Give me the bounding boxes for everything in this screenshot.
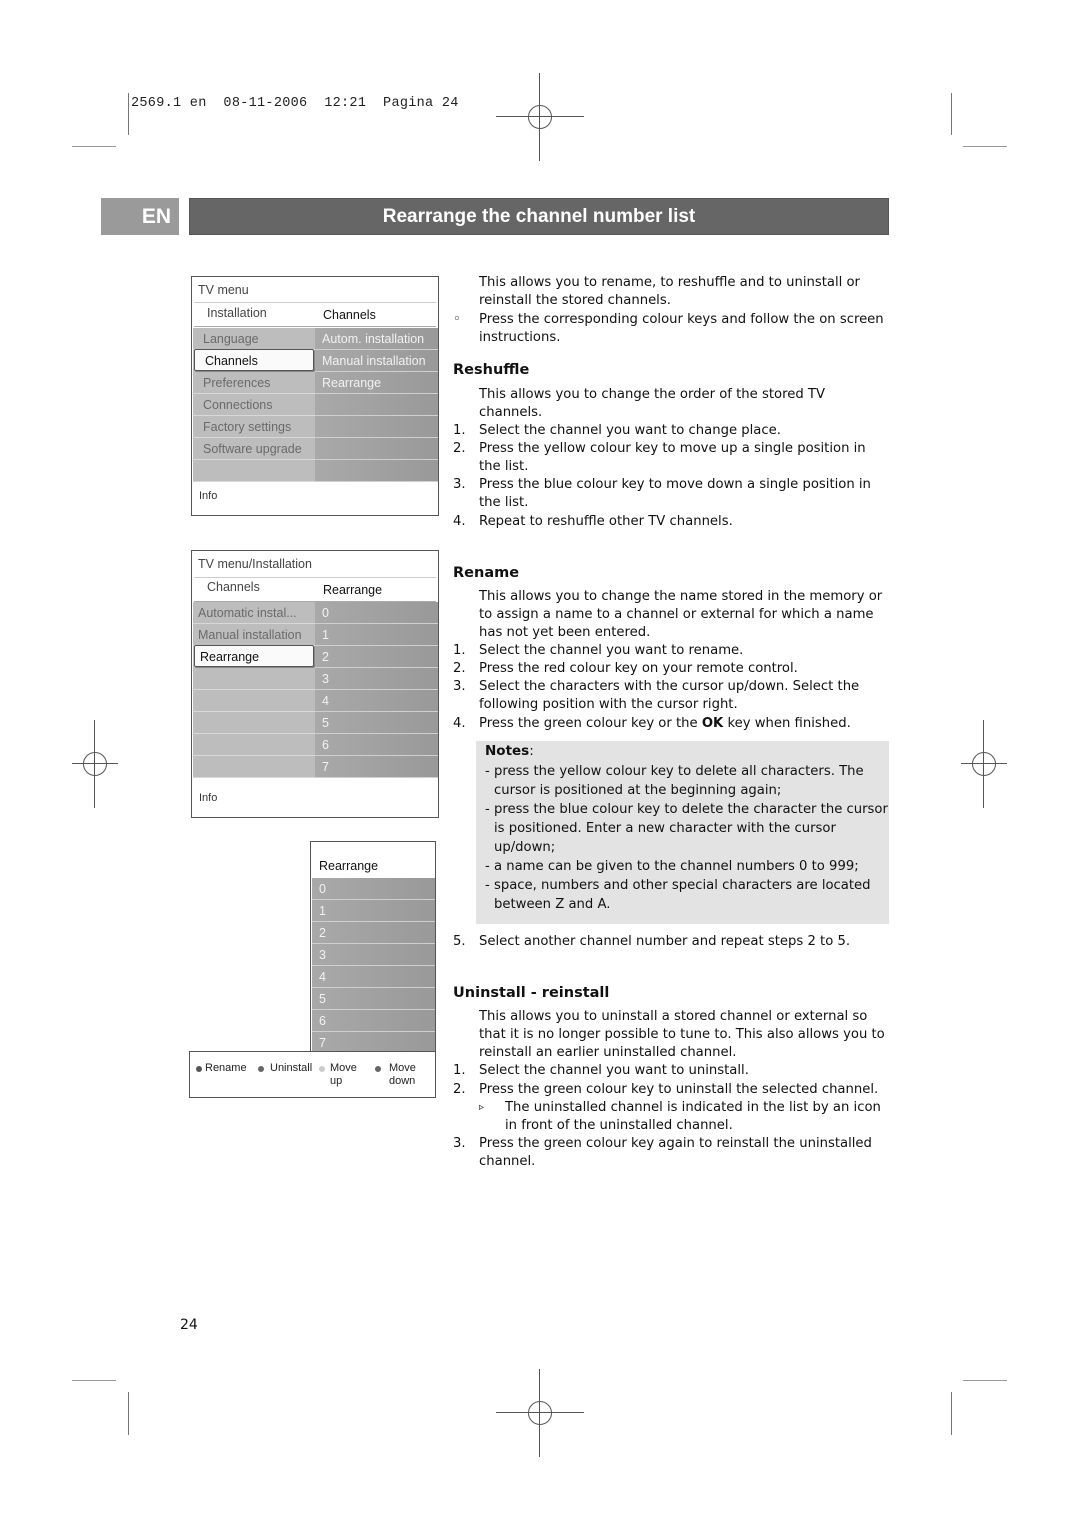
print-slug: 2569.1 en 08-11-2006 12:21 Pagina 24: [131, 96, 459, 111]
menu-item-empty: [193, 690, 315, 712]
channel-item[interactable]: 4: [315, 690, 438, 712]
submenu-item-manual-installation[interactable]: Manual installation: [315, 350, 438, 372]
submenu-item-rearrange[interactable]: Rearrange: [315, 372, 438, 394]
crop-mark: [128, 93, 129, 135]
channel-item[interactable]: 5: [312, 988, 435, 1010]
channel-item[interactable]: 4: [312, 966, 435, 988]
menu-item-rearrange[interactable]: Rearrange: [194, 645, 314, 667]
registration-mark-icon: [72, 720, 118, 808]
crop-mark: [951, 93, 952, 135]
crop-mark: [951, 1392, 952, 1435]
crop-mark: [72, 146, 116, 147]
menu-right-header: Channels: [323, 308, 376, 322]
legend-move-down[interactable]: Move down: [375, 1062, 423, 1088]
section-heading-rename: Rename: [453, 565, 520, 581]
note-item: - press the yellow colour key to delete …: [485, 764, 864, 798]
rearrange-list-screen: Rearrange 0 1 2 3 4 5 6 7: [310, 841, 436, 1054]
crop-mark: [963, 1380, 1007, 1381]
menu-left-header: Installation: [207, 306, 267, 320]
tv-menu-screen: TV menu Installation Channels Language C…: [191, 276, 439, 516]
channel-list: 0 1 2 3 4 5 6 7: [312, 878, 435, 1054]
blue-key-icon: [375, 1066, 381, 1072]
legend-uninstall[interactable]: Uninstall: [258, 1062, 312, 1075]
menu-item-empty: [193, 712, 315, 734]
registration-mark-icon: [961, 720, 1007, 808]
submenu-item-empty: [315, 460, 438, 482]
channel-item[interactable]: 2: [315, 646, 438, 668]
menu-item-manual-installation[interactable]: Manual installation: [193, 624, 315, 646]
legend-move-up[interactable]: Move up: [319, 1062, 366, 1088]
channel-item[interactable]: 3: [312, 944, 435, 966]
uninstall-text: This allows you to uninstall a stored ch…: [479, 1009, 885, 1061]
rename-text: This allows you to change the name store…: [479, 589, 883, 641]
yellow-key-icon: [319, 1066, 325, 1072]
submenu-item-empty: [315, 394, 438, 416]
page-number: 24: [180, 1317, 198, 1333]
menu-info: Info: [199, 792, 218, 804]
colour-key-legend: Rename Uninstall Move up Move down: [189, 1051, 436, 1098]
green-key-icon: [258, 1066, 264, 1072]
channel-item[interactable]: 0: [315, 602, 438, 624]
menu-left-column: Automatic instal... Manual installation …: [193, 602, 315, 778]
menu-header: Rearrange: [319, 859, 379, 873]
instructions-column: This allows you to rename, to reshuffle …: [453, 0, 893, 1300]
menu-item-empty: [193, 734, 315, 756]
legend-label: Uninstall: [270, 1062, 313, 1074]
registration-mark-icon: [496, 1369, 584, 1457]
channel-item[interactable]: 1: [312, 900, 435, 922]
notes-box: Notes: - press the yellow colour key to …: [476, 741, 889, 924]
bullet-icon: ◦: [453, 312, 461, 327]
menu-item-empty: [193, 668, 315, 690]
menu-info: Info: [199, 490, 218, 502]
notes-heading: Notes:: [485, 743, 534, 759]
menu-left-header: Channels: [207, 580, 260, 594]
channel-item[interactable]: 3: [315, 668, 438, 690]
menu-left-column: Language Channels Preferences Connection…: [193, 328, 315, 482]
crop-mark: [963, 146, 1007, 147]
note-item: - press the blue colour key to delete th…: [485, 802, 888, 855]
menu-item-connections[interactable]: Connections: [193, 394, 315, 416]
intro-text: This allows you to rename, to reshuffle …: [479, 275, 860, 309]
section-heading-reshuffle: Reshuffle: [453, 362, 530, 378]
menu-item-language[interactable]: Language: [193, 328, 315, 350]
crop-mark: [72, 1380, 116, 1381]
submenu-item-autom-installation[interactable]: Autom. installation: [315, 328, 438, 350]
channel-item[interactable]: 1: [315, 624, 438, 646]
menu-breadcrumb: TV menu/Installation: [198, 557, 312, 571]
section-heading-uninstall: Uninstall - reinstall: [453, 985, 610, 1001]
legend-label: Move down: [389, 1062, 416, 1087]
channel-item[interactable]: 0: [312, 878, 435, 900]
language-tab: EN: [101, 198, 179, 235]
channel-item[interactable]: 7: [315, 756, 438, 778]
channel-item[interactable]: 6: [315, 734, 438, 756]
channel-item[interactable]: 5: [315, 712, 438, 734]
reshuffle-text: This allows you to change the order of t…: [479, 387, 825, 421]
menu-item-factory-settings[interactable]: Factory settings: [193, 416, 315, 438]
arrow-icon: ▹: [479, 1102, 485, 1113]
channel-item[interactable]: 2: [312, 922, 435, 944]
submenu-item-empty: [315, 416, 438, 438]
tv-menu-screen: TV menu/Installation Channels Rearrange …: [191, 550, 439, 818]
menu-breadcrumb: TV menu: [198, 283, 249, 297]
menu-right-column: Autom. installation Manual installation …: [315, 328, 438, 482]
legend-label: Move up: [330, 1062, 357, 1087]
channel-list: 0 1 2 3 4 5 6 7: [315, 602, 438, 778]
legend-label: Rename: [205, 1062, 247, 1074]
menu-right-header: Rearrange: [323, 583, 383, 597]
crop-mark: [128, 1392, 129, 1435]
menu-item-empty: [193, 756, 315, 778]
menu-item-automatic-installation[interactable]: Automatic instal...: [193, 602, 315, 624]
channel-item[interactable]: 6: [312, 1010, 435, 1032]
red-key-icon: [196, 1066, 202, 1072]
menu-item-preferences[interactable]: Preferences: [193, 372, 315, 394]
submenu-item-empty: [315, 438, 438, 460]
menu-item-software-upgrade[interactable]: Software upgrade: [193, 438, 315, 460]
note-item: - space, numbers and other special chara…: [485, 878, 871, 912]
menu-item-empty: [193, 460, 315, 482]
note-item: - a name can be given to the channel num…: [485, 859, 859, 874]
menu-item-channels[interactable]: Channels: [194, 349, 314, 371]
legend-rename[interactable]: Rename: [196, 1062, 247, 1075]
